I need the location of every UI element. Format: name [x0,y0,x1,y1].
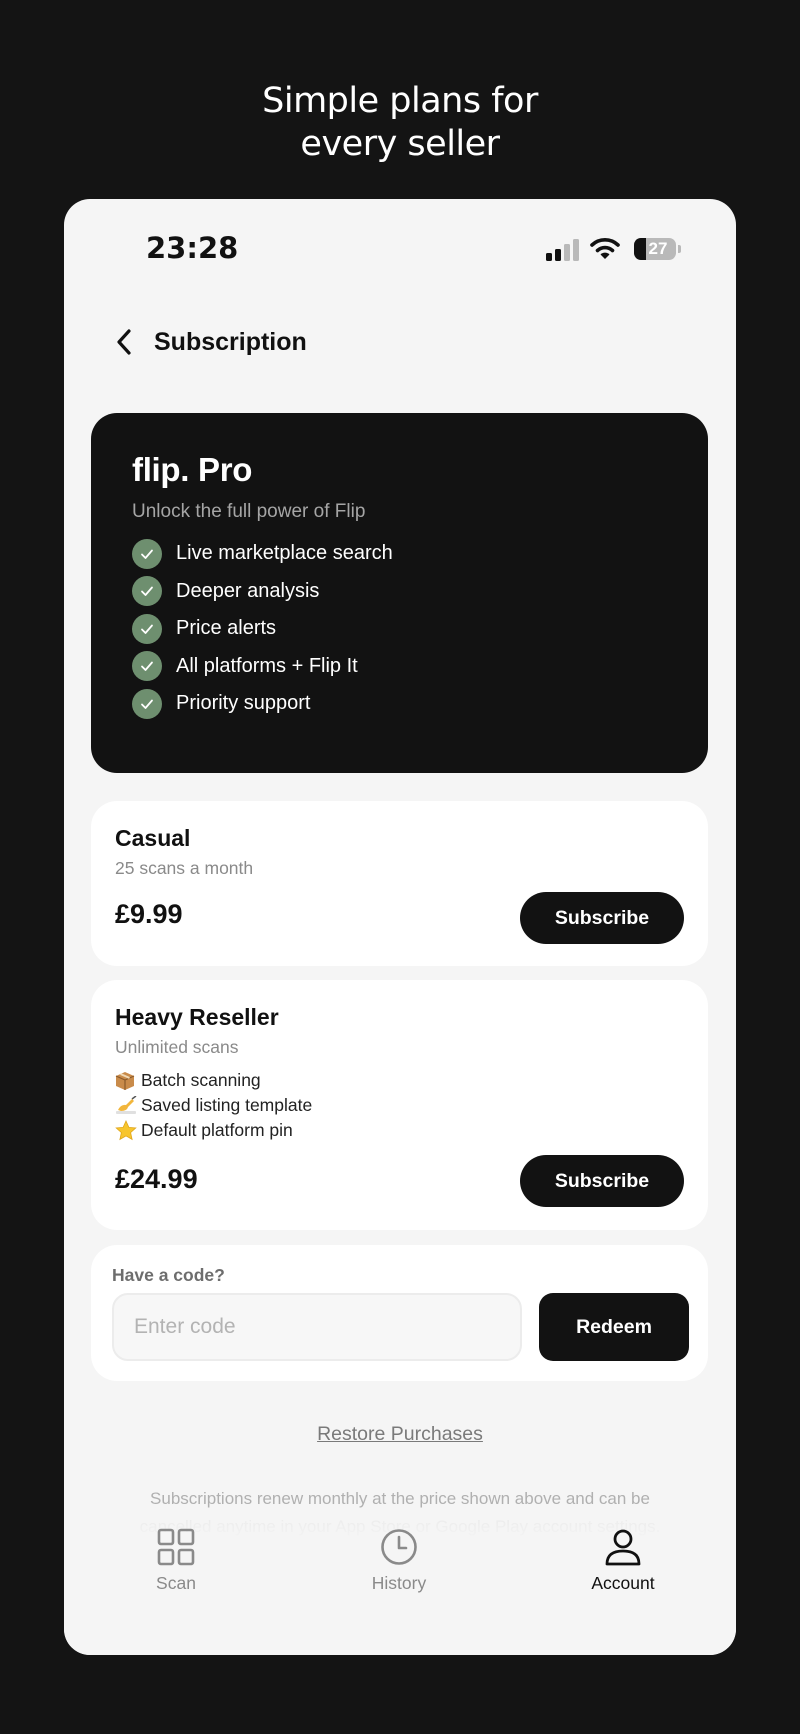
tab-label: History [371,1573,427,1593]
tab-account[interactable]: Account [558,1527,688,1594]
check-icon [132,613,162,644]
check-icon [132,688,162,719]
writing-hand-icon [115,1095,141,1117]
headline-line-1: Simple plans for [262,81,538,121]
pro-title: flip. Pro [132,451,253,488]
subscribe-casual-button[interactable]: Subscribe [520,892,684,944]
status-bar: 23:28 27 [64,229,736,269]
plan-perk-list: Batch scanning Saved listing template De… [115,1068,684,1143]
battery-icon: 27 [634,238,676,260]
signal-icon [546,239,580,261]
phone-screen: 23:28 27 Subscription flip. Pro Unlock t… [64,199,736,1655]
check-icon [132,576,162,607]
subscribe-heavy-reseller-button[interactable]: Subscribe [520,1155,684,1207]
plan-card-casual: Casual 25 scans a month £9.99 Subscribe [91,801,708,966]
restore-purchases-link[interactable]: Restore Purchases [64,1423,736,1446]
pro-feature-list: Live marketplace search Deeper analysis … [132,535,667,723]
battery-cap [678,245,681,253]
plan-name: Heavy Reseller [115,1004,279,1030]
redeem-button[interactable]: Redeem [539,1293,689,1361]
tab-history[interactable]: History [334,1527,464,1594]
feature-item: Price alerts [132,610,667,648]
perk-item: Saved listing template [115,1093,684,1118]
plan-price: £24.99 [115,1164,198,1194]
feature-item: All platforms + Flip It [132,648,667,686]
code-label: Have a code? [112,1265,225,1285]
headline-line-2: every seller [300,124,500,164]
clock-icon [381,1529,417,1565]
star-icon [115,1119,141,1142]
check-icon [132,651,162,682]
perk-item: Default platform pin [115,1118,684,1143]
tab-scan[interactable]: Scan [111,1527,241,1594]
plan-name: Casual [115,825,191,851]
user-icon [605,1529,641,1566]
plan-price: £9.99 [115,899,183,929]
nav-header: Subscription [108,319,307,365]
grid-icon [157,1528,195,1566]
perk-label: Default platform pin [141,1120,293,1140]
marketing-headline: Simple plans for every seller [0,80,800,166]
feature-label: Deeper analysis [176,579,320,602]
check-icon [132,538,162,569]
feature-label: Live marketplace search [176,542,393,565]
back-button[interactable] [108,322,140,362]
plan-card-heavy-reseller: Heavy Reseller Unlimited scans Batch sca… [91,980,708,1230]
plan-description: Unlimited scans [115,1037,239,1057]
wifi-icon [590,238,620,259]
feature-label: Price alerts [176,617,277,640]
feature-item: Live marketplace search [132,535,667,573]
redeem-code-card: Have a code? Redeem [91,1245,708,1381]
tab-bar: Scan History Account [64,1517,736,1655]
perk-item: Batch scanning [115,1068,684,1093]
code-input[interactable] [112,1293,522,1361]
perk-label: Batch scanning [141,1070,261,1090]
battery-percent: 27 [648,239,668,258]
perk-label: Saved listing template [141,1095,313,1115]
feature-item: Deeper analysis [132,573,667,611]
status-time: 23:28 [146,231,239,265]
feature-label: Priority support [176,692,311,715]
pro-card: flip. Pro Unlock the full power of Flip … [91,413,708,773]
feature-label: All platforms + Flip It [176,654,358,677]
chevron-left-icon [117,329,131,355]
tab-label: Scan [156,1573,196,1593]
tab-label: Account [591,1573,655,1593]
package-icon [115,1070,141,1092]
page-title: Subscription [154,327,307,356]
plan-description: 25 scans a month [115,858,254,878]
feature-item: Priority support [132,685,667,723]
pro-subtitle: Unlock the full power of Flip [132,501,366,522]
